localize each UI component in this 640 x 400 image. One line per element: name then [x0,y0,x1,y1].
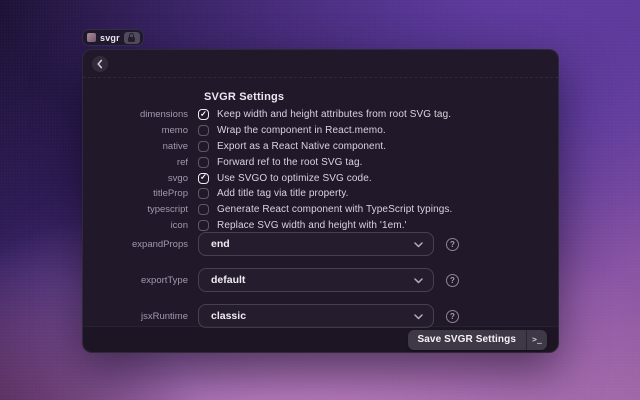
chevron-left-icon [96,59,104,69]
checkbox-row-memo: memo ✓ Wrap the component in React.memo. [83,123,558,139]
checkbox-titleProp[interactable]: ✓ [198,188,209,199]
terminal-icon[interactable]: >_ [527,330,547,350]
tab-title: svgr [100,33,120,43]
checkbox-icon[interactable]: ✓ [198,220,209,231]
option-key-label: native [83,141,188,152]
checkbox-row-dimensions: dimensions ✓ Keep width and height attribu… [83,107,558,123]
option-key-label: ref [83,157,188,168]
chevron-down-icon [414,271,423,289]
checkbox-row-icon: icon ✓ Replace SVG width and height with '… [83,218,558,234]
checkbox-svgo[interactable]: ✓ [198,173,209,184]
select-list: expandPropsend?exportTypedefault?jsxRunt… [83,232,558,340]
option-description: Wrap the component in React.memo. [217,125,386,136]
checkbox-row-typescript: typescript ✓ Generate React component with… [83,202,558,218]
select-row-jsxRuntime: jsxRuntime classic? [83,304,558,328]
check-icon: ✓ [200,174,207,182]
lock-button[interactable] [124,32,140,44]
select-row-expandProps: expandProps end? [83,232,558,256]
checkbox-dimensions[interactable]: ✓ [198,109,209,120]
select-expandProps[interactable]: end [198,232,434,256]
option-key-label: dimensions [83,109,188,120]
option-description: Generate React component with TypeScript… [217,204,452,215]
chevron-down-icon [414,235,423,253]
select-value: default [211,274,414,286]
back-button[interactable] [92,56,108,72]
select-row-exportType: exportType default? [83,268,558,292]
select-jsxRuntime[interactable]: classic [198,304,434,328]
check-icon: ✓ [200,110,207,118]
checkbox-row-svgo: svgo ✓ Use SVGO to optimize SVG code. [83,170,558,186]
select-value: classic [211,310,414,322]
checkbox-memo[interactable]: ✓ [198,125,209,136]
option-description: Forward ref to the root SVG tag. [217,157,363,168]
checkbox-row-native: native ✓ Export as a React Native componen… [83,139,558,155]
option-description: Replace SVG width and height with '1em.' [217,220,407,231]
option-key-label: titleProp [83,188,188,199]
option-key-label: svgo [83,173,188,184]
svgr-settings-window: SVGR Settings dimensions ✓ Keep width and … [82,49,559,353]
help-icon[interactable]: ? [446,310,459,323]
checkbox-native[interactable]: ✓ [198,141,209,152]
window-header [83,50,558,78]
select-exportType[interactable]: default [198,268,434,292]
option-description: Use SVGO to optimize SVG code. [217,173,372,184]
checkbox-ref[interactable]: ✓ [198,157,209,168]
option-key-label: icon [83,220,188,231]
select-value: end [211,238,414,250]
select-label: expandProps [83,239,188,250]
chevron-down-icon [414,307,423,325]
option-key-label: memo [83,125,188,136]
page-title: SVGR Settings [204,91,284,103]
extension-icon [87,33,96,42]
option-description: Export as a React Native component. [217,141,386,152]
checkbox-row-ref: ref ✓ Forward ref to the root SVG tag. [83,154,558,170]
option-description: Add title tag via title property. [217,188,349,199]
checkbox-list: dimensions ✓ Keep width and height attribu… [83,107,558,233]
checkbox-typescript[interactable]: ✓ [198,204,209,215]
save-button-label: Save SVGR Settings [408,330,527,350]
checkbox-row-titleProp: titleProp ✓ Add title tag via title proper… [83,186,558,202]
help-icon[interactable]: ? [446,238,459,251]
option-description: Keep width and height attributes from ro… [217,109,451,120]
action-bar: Save SVGR Settings >_ [83,326,558,352]
option-key-label: typescript [83,204,188,215]
help-icon[interactable]: ? [446,274,459,287]
select-label: jsxRuntime [83,311,188,322]
lock-icon [128,37,135,42]
select-label: exportType [83,275,188,286]
save-svgr-settings-button[interactable]: Save SVGR Settings >_ [408,330,548,350]
desktop-background: svgr SVGR Settings dimensions ✓ Keep width… [0,0,640,400]
svgr-tab-pill[interactable]: svgr [82,29,144,46]
